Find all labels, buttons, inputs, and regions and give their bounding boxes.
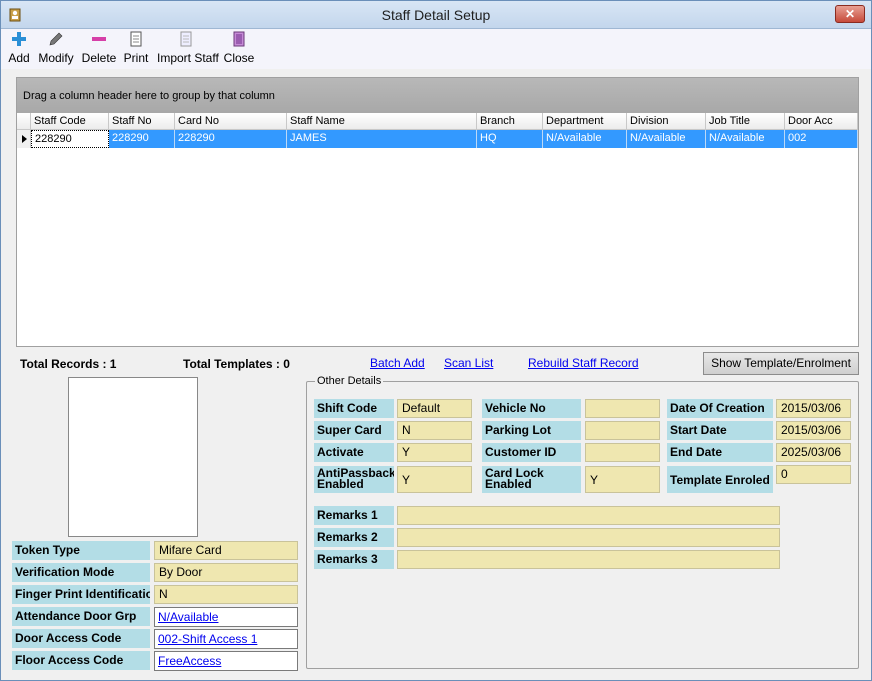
customer-id-label: Customer ID	[482, 443, 581, 462]
card-lock-label: Card Lock Enabled	[482, 466, 581, 493]
import-staff-label: Import Staff	[157, 51, 219, 65]
document-icon	[130, 31, 142, 47]
table-cell-card-no[interactable]: 228290	[175, 130, 287, 148]
import-staff-button[interactable]: Import Staff	[157, 31, 219, 67]
remarks-2-value	[397, 528, 780, 547]
remarks-2-label: Remarks 2	[314, 528, 394, 547]
group-by-panel[interactable]: Drag a column header here to group by th…	[17, 78, 858, 113]
column-header-staff-code[interactable]: Staff Code	[31, 113, 109, 130]
other-details-title: Other Details	[315, 375, 384, 387]
table-cell-door-acc[interactable]: 002	[785, 130, 858, 148]
staff-photo	[68, 377, 198, 537]
floor-access-code-label: Floor Access Code	[12, 651, 150, 670]
remarks-1-value	[397, 506, 780, 525]
table-cell-division[interactable]: N/Available	[627, 130, 706, 148]
verification-mode-label: Verification Mode	[12, 563, 150, 582]
end-date-value: 2025/03/06	[776, 443, 851, 462]
door-access-code-label: Door Access Code	[12, 629, 150, 648]
remarks-3-value	[397, 550, 780, 569]
total-records: Total Records : 1	[20, 357, 117, 371]
batch-add-link[interactable]: Batch Add	[370, 356, 425, 370]
start-date-value: 2015/03/06	[776, 421, 851, 440]
delete-button[interactable]: Delete	[81, 31, 117, 67]
modify-button[interactable]: Modify	[37, 31, 75, 67]
end-date-label: End Date	[667, 443, 773, 462]
show-template-enrolment-button[interactable]: Show Template/Enrolment	[703, 352, 859, 375]
customer-id-value	[585, 443, 660, 462]
shift-code-value: Default	[397, 399, 472, 418]
vehicle-no-label: Vehicle No	[482, 399, 581, 418]
activate-label: Activate	[314, 443, 394, 462]
column-header-division[interactable]: Division	[627, 113, 706, 130]
floor-access-code-value[interactable]: FreeAccess	[154, 651, 298, 671]
modify-label: Modify	[38, 51, 74, 65]
door-access-code-value[interactable]: 002-Shift Access 1	[154, 629, 298, 649]
template-enroled-label: Template Enroled	[667, 466, 773, 493]
plus-icon	[12, 32, 26, 46]
date-of-creation-value: 2015/03/06	[776, 399, 851, 418]
table-cell-department[interactable]: N/Available	[543, 130, 627, 148]
attendance-door-grp-value[interactable]: N/Available	[154, 607, 298, 627]
anti-passback-label-line-2: Enabled	[317, 477, 364, 491]
super-card-label: Super Card	[314, 421, 394, 440]
window-title: Staff Detail Setup	[381, 7, 491, 23]
remarks-3-label: Remarks 3	[314, 550, 394, 569]
exit-door-icon	[233, 31, 245, 47]
row-indicator-header	[17, 113, 31, 130]
table-cell-staff-code[interactable]: 228290	[31, 130, 109, 148]
add-label: Add	[8, 51, 30, 65]
scan-list-link[interactable]: Scan List	[444, 356, 493, 370]
remarks-1-label: Remarks 1	[314, 506, 394, 525]
date-of-creation-label: Date Of Creation	[667, 399, 773, 418]
start-date-label: Start Date	[667, 421, 773, 440]
card-lock-value: Y	[585, 466, 660, 493]
table-cell-job-title[interactable]: N/Available	[706, 130, 785, 148]
table-cell-staff-no[interactable]: 228290	[109, 130, 175, 148]
toolbar: Add Modify Delete Print Import Staff Clo…	[1, 29, 871, 69]
title-bar: Staff Detail Setup ✕	[1, 1, 871, 29]
template-enroled-value: 0	[776, 465, 851, 484]
total-templates: Total Templates : 0	[183, 357, 290, 371]
column-header-branch[interactable]: Branch	[477, 113, 543, 130]
finger-print-value: N	[154, 585, 298, 604]
print-button[interactable]: Print	[123, 31, 149, 67]
column-header-staff-name[interactable]: Staff Name	[287, 113, 477, 130]
window-close-button[interactable]: ✕	[835, 5, 865, 23]
row-indicator[interactable]	[17, 130, 31, 148]
token-type-value: Mifare Card	[154, 541, 298, 560]
anti-passback-value: Y	[397, 466, 472, 493]
print-label: Print	[123, 51, 149, 65]
close-button[interactable]: Close	[223, 31, 255, 67]
anti-passback-label: AntiPassback Enabled	[314, 466, 394, 493]
vehicle-no-value	[585, 399, 660, 418]
super-card-value: N	[397, 421, 472, 440]
activate-value: Y	[397, 443, 472, 462]
token-type-label: Token Type	[12, 541, 150, 560]
delete-label: Delete	[81, 51, 117, 65]
minus-icon	[92, 37, 106, 41]
add-button[interactable]: Add	[7, 31, 31, 67]
card-lock-label-line-2: Enabled	[485, 477, 532, 491]
table-cell-staff-name[interactable]: JAMES	[287, 130, 477, 148]
column-header-department[interactable]: Department	[543, 113, 627, 130]
import-icon	[180, 31, 192, 47]
column-header-door-acc[interactable]: Door Acc	[785, 113, 858, 130]
pencil-icon	[49, 32, 63, 46]
rebuild-staff-record-link[interactable]: Rebuild Staff Record	[528, 356, 639, 370]
column-header-job-title[interactable]: Job Title	[706, 113, 785, 130]
staff-grid[interactable]: Drag a column header here to group by th…	[16, 77, 859, 347]
staff-detail-window: Staff Detail Setup ✕ Add Modify Delete P…	[0, 0, 872, 681]
column-header-card-no[interactable]: Card No	[175, 113, 287, 130]
attendance-door-grp-label: Attendance Door Grp	[12, 607, 150, 626]
parking-lot-label: Parking Lot	[482, 421, 581, 440]
table-cell-branch[interactable]: HQ	[477, 130, 543, 148]
column-header-staff-no[interactable]: Staff No	[109, 113, 175, 130]
verification-mode-value: By Door	[154, 563, 298, 582]
close-label: Close	[223, 51, 255, 65]
current-row-arrow-icon	[22, 135, 27, 143]
finger-print-label: Finger Print Identification	[12, 585, 150, 604]
parking-lot-value	[585, 421, 660, 440]
shift-code-label: Shift Code	[314, 399, 394, 418]
